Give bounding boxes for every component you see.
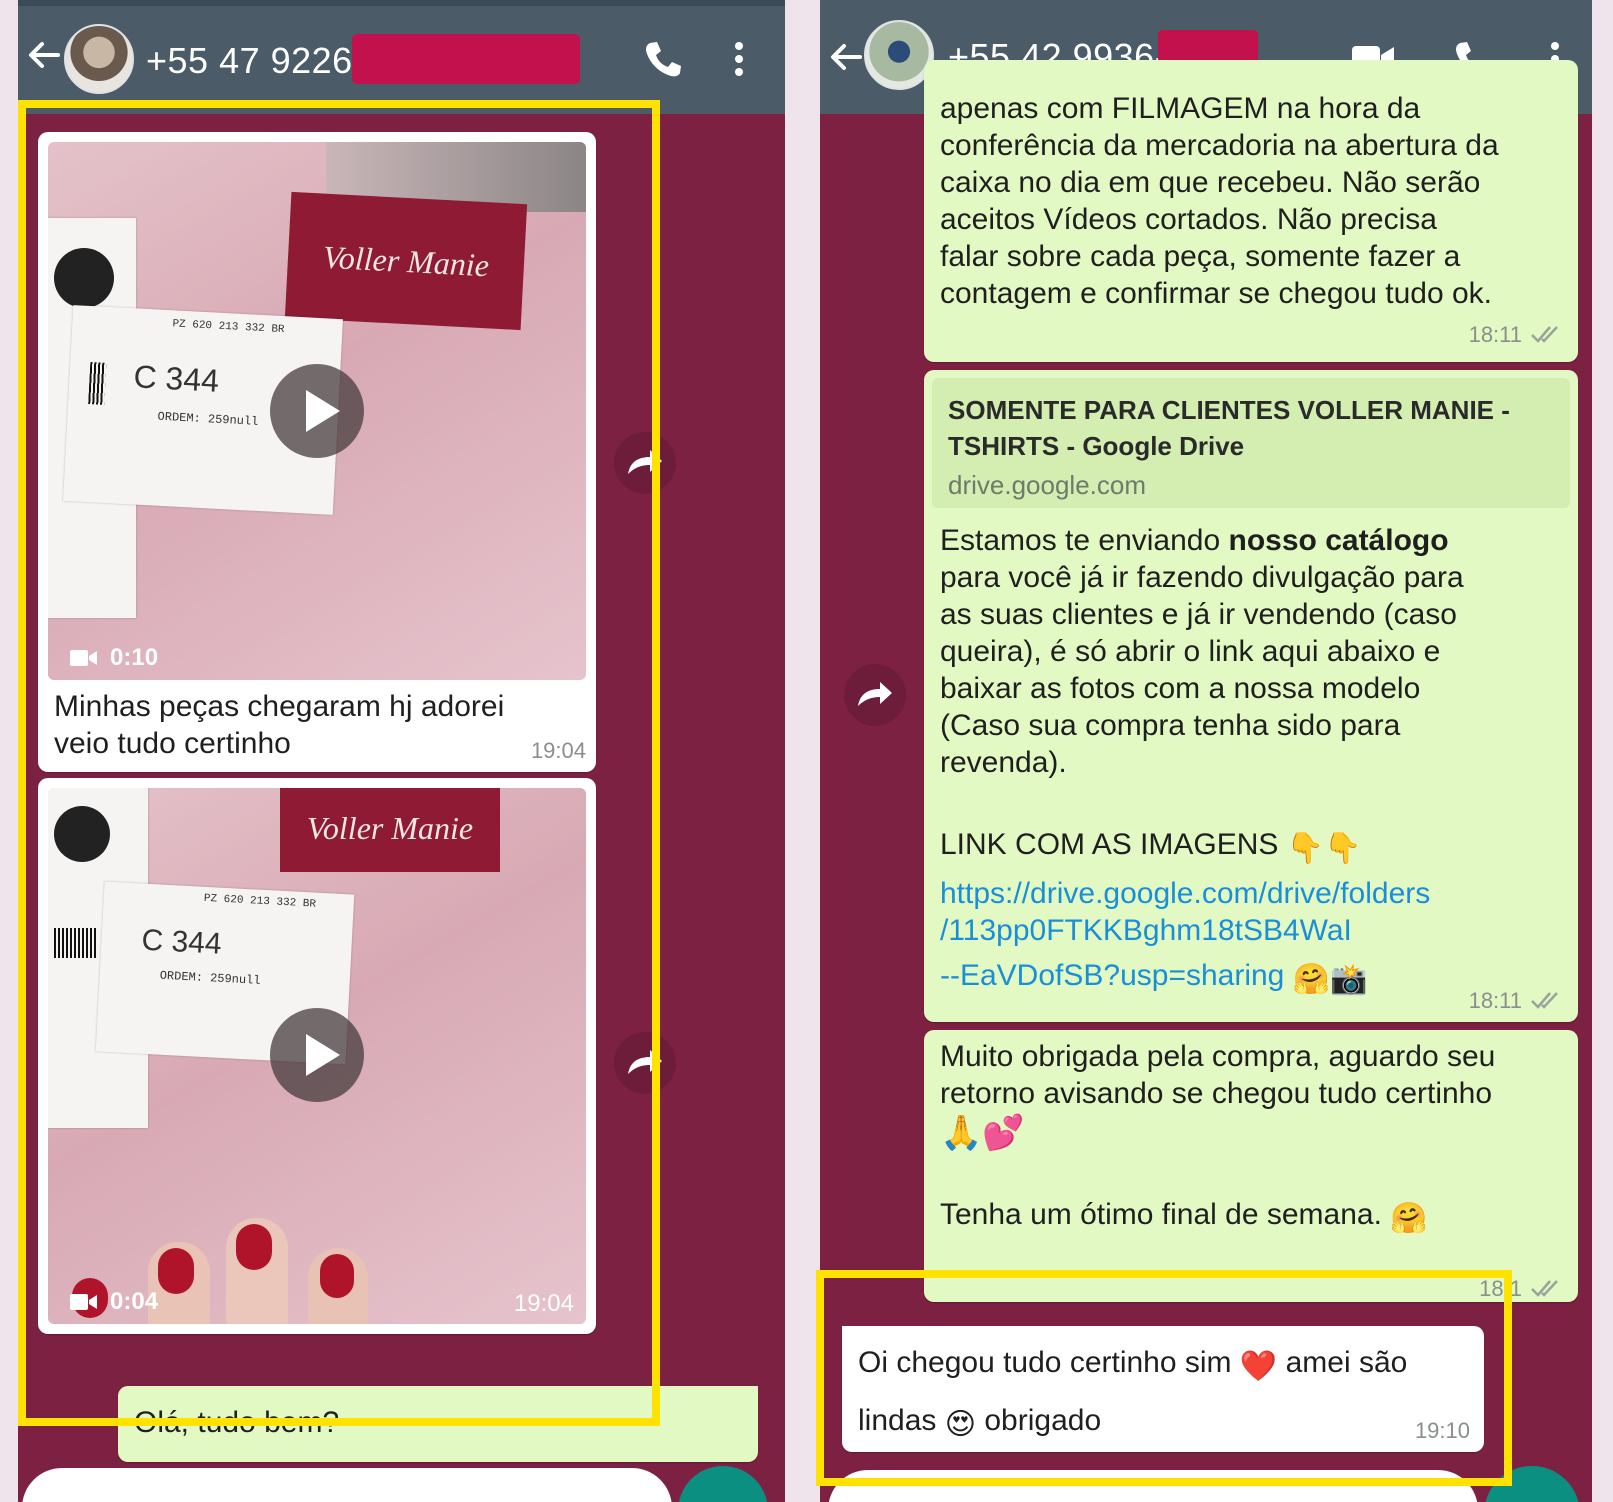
link-preview[interactable]: SOMENTE PARA CLIENTES VOLLER MANIE - TSH… <box>932 378 1570 508</box>
double-check-icon <box>1531 1280 1558 1297</box>
double-check-icon <box>1531 992 1558 1009</box>
outgoing-message[interactable]: Muito obrigada pela compra, aguardo seu … <box>924 1030 1578 1302</box>
preview-domain: drive.google.com <box>948 470 1146 500</box>
message-time: 18:11 <box>1468 988 1522 1013</box>
phone-icon[interactable] <box>640 36 686 82</box>
contact-avatar[interactable] <box>64 24 134 94</box>
highlight-box <box>18 100 660 1426</box>
pointing-down-emoji: 👇👇 <box>1286 831 1362 866</box>
outgoing-message-link[interactable]: SOMENTE PARA CLIENTES VOLLER MANIE - TSH… <box>924 370 1578 1022</box>
pray-heart-emoji: 🙏💕 <box>940 1113 1025 1153</box>
back-arrow-icon[interactable] <box>22 32 68 78</box>
redacted-number <box>352 34 580 84</box>
message-text: Muito obrigada pela compra, aguardo seu … <box>940 1040 1496 1236</box>
more-vert-icon[interactable] <box>716 36 762 82</box>
message-time: 18:11 <box>1468 322 1522 347</box>
double-check-icon <box>1531 326 1558 343</box>
hug-emoji: 🤗 <box>1390 1201 1428 1236</box>
forward-icon[interactable] <box>844 664 906 726</box>
message-input[interactable] <box>22 1468 672 1502</box>
contact-phone-number[interactable]: +55 47 9226- <box>146 40 365 82</box>
preview-title: SOMENTE PARA CLIENTES VOLLER MANIE - TSH… <box>948 395 1510 461</box>
message-text: apenas com FILMAGEM na hora da conferênc… <box>940 92 1499 310</box>
outgoing-message[interactable]: apenas com FILMAGEM na hora da conferênc… <box>924 60 1578 362</box>
chat-header: +55 47 9226- <box>18 6 785 114</box>
message-text: Estamos te enviando nosso catálogo para … <box>940 522 1570 998</box>
hug-camera-emoji: 🤗📸 <box>1292 962 1368 997</box>
highlight-box <box>816 1270 1512 1486</box>
mic-icon[interactable] <box>678 1466 768 1502</box>
drive-link[interactable]: https://drive.google.com/drive/folders /… <box>940 875 1570 998</box>
